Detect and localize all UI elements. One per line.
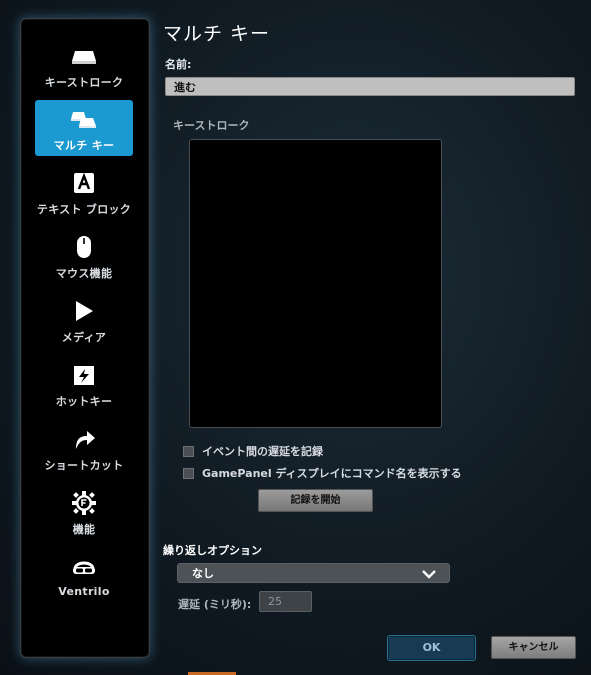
repeat-options-label: 繰り返しオプション	[163, 544, 262, 557]
gamepanel-display-checkbox[interactable]	[183, 467, 194, 479]
chevron-down-icon	[421, 567, 437, 587]
sidebar-item-label: メディア	[61, 331, 107, 344]
action-type-sidebar: キーストローク マルチ キー テキスト ブロック マウス機能 メディア ホットキ…	[20, 18, 150, 658]
keystroke-label: キーストローク	[173, 119, 250, 132]
multi-key-icon	[71, 106, 97, 132]
sidebar-item-label: 機能	[72, 523, 96, 536]
mouse-icon	[71, 234, 97, 260]
play-icon	[71, 298, 97, 324]
record-delays-checkbox[interactable]	[183, 445, 194, 457]
sidebar-item-label: マウス機能	[55, 267, 113, 280]
record-delays-option[interactable]: イベント間の遅延を記録	[183, 443, 323, 459]
delay-ms-field[interactable]: 25	[259, 591, 312, 612]
sidebar-item-label: ショートカット	[44, 459, 124, 472]
sidebar-item-shortcut[interactable]: ショートカット	[35, 420, 133, 476]
sidebar-item-label: テキスト ブロック	[36, 203, 132, 216]
sidebar-item-label: Ventrilo	[58, 585, 110, 598]
name-label: 名前:	[165, 58, 192, 71]
sidebar-item-function[interactable]: 機能	[35, 484, 133, 540]
sidebar-item-media[interactable]: メディア	[35, 292, 133, 348]
sidebar-item-label: ホットキー	[55, 395, 113, 408]
keycap-icon	[71, 43, 97, 69]
repeat-option-value: なし	[192, 567, 214, 580]
cancel-button[interactable]: キャンセル	[491, 636, 576, 659]
gamepanel-display-option[interactable]: GamePanel ディスプレイにコマンド名を表示する	[183, 465, 462, 481]
text-block-icon	[71, 170, 97, 196]
start-recording-button[interactable]: 記録を開始	[258, 489, 373, 512]
gamepanel-display-label: GamePanel ディスプレイにコマンド名を表示する	[202, 467, 462, 480]
hotkey-icon	[71, 362, 97, 388]
sidebar-item-text-block[interactable]: テキスト ブロック	[35, 164, 133, 220]
sidebar-item-multi-key[interactable]: マルチ キー	[35, 100, 133, 156]
function-gear-icon	[71, 490, 97, 516]
ok-button[interactable]: OK	[387, 635, 476, 661]
sidebar-item-ventrilo[interactable]: Ventrilo	[35, 548, 133, 604]
dialog-title: マルチ キー	[163, 23, 271, 45]
sidebar-item-keystroke[interactable]: キーストローク	[35, 37, 133, 93]
name-field[interactable]: 進む	[165, 77, 575, 96]
record-delays-label: イベント間の遅延を記録	[202, 445, 323, 458]
keystroke-list[interactable]	[189, 139, 442, 428]
sidebar-item-mouse[interactable]: マウス機能	[35, 228, 133, 284]
sidebar-item-label: キーストローク	[44, 76, 124, 89]
delay-label: 遅延 (ミリ秒):	[178, 598, 252, 611]
sidebar-item-label: マルチ キー	[53, 139, 115, 152]
headset-icon	[71, 554, 97, 580]
shortcut-arrow-icon	[71, 426, 97, 452]
repeat-option-select[interactable]: なし	[177, 563, 450, 583]
sidebar-item-hotkey[interactable]: ホットキー	[35, 356, 133, 412]
